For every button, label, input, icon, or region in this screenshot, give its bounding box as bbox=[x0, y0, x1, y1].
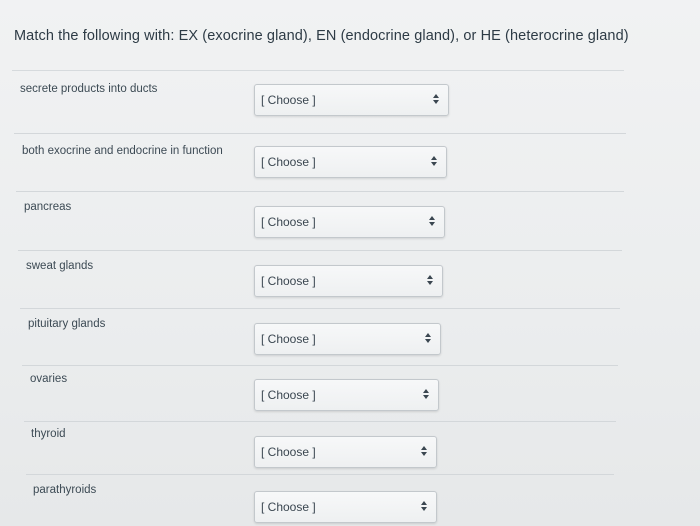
up-down-caret-icon bbox=[420, 500, 428, 514]
select-value: [ Choose ] bbox=[261, 215, 316, 229]
item-prompt: pancreas bbox=[24, 201, 72, 213]
up-down-caret-icon bbox=[424, 332, 432, 346]
question-text: Match the following with: EX (exocrine g… bbox=[14, 28, 629, 44]
item-prompt: both exocrine and endocrine in function bbox=[22, 145, 223, 157]
select-value: [ Choose ] bbox=[261, 155, 316, 169]
item-prompt: sweat glands bbox=[26, 260, 94, 272]
select-value: [ Choose ] bbox=[261, 445, 316, 459]
divider bbox=[18, 250, 622, 251]
answer-select-7[interactable]: [ Choose ] bbox=[254, 436, 437, 468]
up-down-caret-icon bbox=[430, 155, 438, 169]
up-down-caret-icon bbox=[422, 388, 430, 402]
answer-select-6[interactable]: [ Choose ] bbox=[254, 379, 439, 411]
answer-select-3[interactable]: [ Choose ] bbox=[254, 206, 445, 238]
up-down-caret-icon bbox=[420, 445, 428, 459]
divider bbox=[14, 133, 626, 134]
item-prompt: thyroid bbox=[31, 428, 66, 440]
select-value: [ Choose ] bbox=[261, 500, 316, 514]
divider bbox=[12, 70, 624, 71]
answer-select-5[interactable]: [ Choose ] bbox=[254, 323, 441, 355]
up-down-caret-icon bbox=[432, 93, 440, 107]
divider bbox=[20, 308, 620, 309]
select-value: [ Choose ] bbox=[261, 274, 316, 288]
quiz-page: Match the following with: EX (exocrine g… bbox=[0, 0, 700, 526]
item-prompt: pituitary glands bbox=[28, 318, 106, 330]
up-down-caret-icon bbox=[426, 274, 434, 288]
answer-select-1[interactable]: [ Choose ] bbox=[254, 84, 449, 116]
select-value: [ Choose ] bbox=[261, 93, 316, 107]
select-value: [ Choose ] bbox=[261, 332, 316, 346]
divider bbox=[16, 191, 624, 192]
select-value: [ Choose ] bbox=[261, 388, 316, 402]
up-down-caret-icon bbox=[428, 215, 436, 229]
divider bbox=[24, 421, 616, 422]
divider bbox=[26, 474, 614, 475]
answer-select-4[interactable]: [ Choose ] bbox=[254, 265, 443, 297]
answer-select-2[interactable]: [ Choose ] bbox=[254, 146, 447, 178]
item-prompt: ovaries bbox=[30, 373, 68, 385]
item-prompt: secrete products into ducts bbox=[20, 83, 158, 95]
answer-select-8[interactable]: [ Choose ] bbox=[254, 491, 437, 523]
item-prompt: parathyroids bbox=[33, 484, 97, 496]
divider bbox=[22, 365, 618, 366]
